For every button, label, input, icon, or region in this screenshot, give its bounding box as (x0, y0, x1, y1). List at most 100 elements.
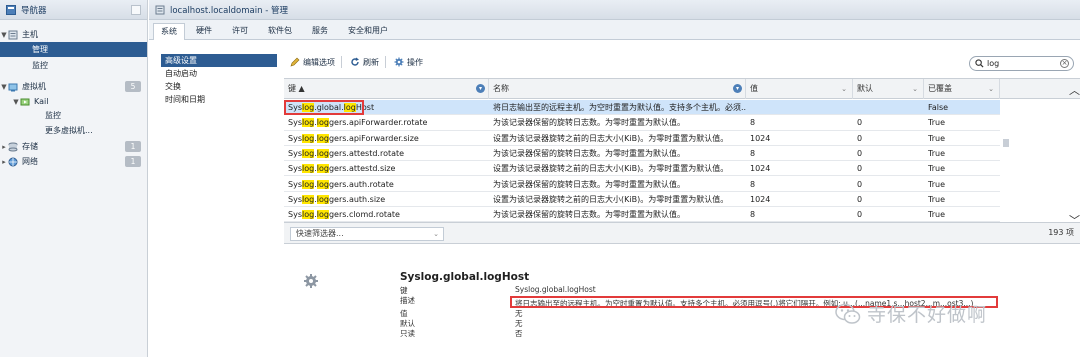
tab-security-users[interactable]: 安全和用户 (341, 23, 395, 40)
column-key[interactable]: 键 ▲ ▾ (284, 79, 489, 99)
menu-swap[interactable]: 交换 (161, 80, 277, 93)
expand-icon[interactable]: ▼ (0, 83, 8, 91)
quick-filter-label: 快速筛选器... (296, 229, 344, 238)
nav-vms[interactable]: ▼ 虚拟机 5 (0, 79, 147, 94)
cell-key: Syslog.loggers.auth.rotate (284, 177, 489, 192)
key-text: gers.clomd.rotate (328, 210, 400, 220)
cell-name: 设置为该记录器旋转之前的日志大小(KiB)。为零时重置为默认值。 (493, 133, 729, 143)
item-count: 193 项 (1048, 228, 1074, 237)
gear-icon (304, 274, 318, 288)
cell-name: 为该记录器保留的旋转日志数。为零时重置为默认值。 (493, 210, 685, 220)
column-value[interactable]: 值 ⌄ (746, 79, 853, 99)
table-row[interactable]: Syslog.loggers.auth.size 设置为该记录器旋转之前的日志大小… (284, 192, 1000, 208)
chevron-down-icon[interactable]: ⌄ (912, 79, 918, 99)
nav-host[interactable]: ▼ 主机 (0, 27, 147, 42)
nav-vm-kail[interactable]: ▼ Kail (0, 94, 147, 109)
nav-manage[interactable]: 管理 (0, 42, 147, 57)
tab-license[interactable]: 许可 (225, 23, 255, 40)
table-row[interactable]: Syslog.loggers.apiForwarder.size 设置为该记录器旋… (284, 131, 1000, 146)
key-text: Sys (288, 118, 302, 128)
network-icon (8, 157, 18, 166)
cell-overridden: True (928, 164, 945, 174)
key-text: Sys (288, 194, 302, 204)
chevron-down-icon[interactable]: ⌄ (988, 79, 994, 99)
column-name-label: 名称 (493, 84, 509, 93)
scroll-up-icon[interactable]: ︿ (1069, 82, 1080, 98)
cell-key: Syslog.loggers.attestd.rotate (284, 146, 489, 161)
tab-services[interactable]: 服务 (305, 23, 335, 40)
cell-value: 8 (750, 148, 756, 158)
clear-search-icon[interactable]: × (1060, 59, 1069, 68)
filter-bar: 快速筛选器... ⌄ 193 项 (284, 222, 1080, 244)
key-text: gers.apiForwarder.rotate (328, 118, 428, 128)
cell-default: 0 (857, 118, 863, 128)
cell-default (853, 100, 924, 115)
cell-overridden: True (928, 179, 945, 189)
column-key-label: 键 ▲ (288, 84, 305, 93)
table-row[interactable]: Syslog.loggers.apiForwarder.rotate 为该记录器保… (284, 115, 1000, 131)
quick-filter-select[interactable]: 快速筛选器... ⌄ (290, 227, 444, 241)
table-row[interactable]: Syslog.loggers.clomd.rotate 为该记录器保留的旋转日志数… (284, 207, 1000, 223)
navigator-header: 导航器 (0, 0, 147, 20)
chevron-down-icon[interactable]: ⌄ (433, 228, 439, 240)
nav-monitor[interactable]: 监控 (0, 58, 147, 73)
column-name[interactable]: 名称 ▾ (489, 79, 746, 99)
edit-options-button[interactable]: 编辑选项 (290, 57, 335, 68)
key-text: Sys (288, 164, 302, 174)
expand-icon[interactable]: ▼ (0, 31, 8, 39)
nav-more-vms-label: 更多虚拟机... (45, 126, 93, 135)
nav-vm-monitor[interactable]: 监控 (0, 108, 147, 123)
pencil-icon (290, 57, 300, 67)
grid-scrollbar[interactable] (1002, 99, 1010, 229)
toolbar-divider (341, 56, 342, 68)
table-row[interactable]: Syslog.global.logHost 将日志输出至的远程主机。为空时重置为默… (284, 100, 1000, 116)
tab-hardware[interactable]: 硬件 (189, 23, 219, 40)
cell-name: 设置为该记录器旋转之前的日志大小(KiB)。为零时重置为默认值。 (493, 164, 729, 174)
table-row[interactable]: Syslog.loggers.attestd.rotate 为该记录器保留的旋转日… (284, 146, 1000, 162)
collapse-icon[interactable]: ▸ (0, 143, 8, 151)
cell-key: Syslog.loggers.clomd.rotate (284, 207, 489, 222)
cell-overridden: True (928, 148, 945, 158)
cell-overridden: False (928, 103, 949, 112)
actions-button[interactable]: 操作 (394, 57, 423, 68)
navigator-icon (6, 4, 16, 15)
column-default[interactable]: 默认 ⌄ (853, 79, 924, 99)
collapse-navigator-button[interactable] (131, 5, 141, 15)
chevron-down-icon[interactable]: ⌄ (841, 79, 847, 99)
table-row[interactable]: Syslog.loggers.auth.rotate 为该记录器保留的旋转日志数。… (284, 177, 1000, 192)
tab-system[interactable]: 系统 (153, 23, 185, 40)
nav-storage[interactable]: ▸ 存储 1 (0, 139, 147, 154)
expand-icon[interactable]: ▼ (12, 98, 20, 106)
nav-network-label: 网络 (22, 157, 38, 166)
main-header: localhost.localdomain - 管理 (149, 0, 1080, 20)
nav-monitor-label: 监控 (32, 61, 48, 70)
nav-more-vms[interactable]: 更多虚拟机... (0, 123, 147, 138)
search-box[interactable]: log × (969, 56, 1074, 71)
column-overridden[interactable]: 已覆盖 ⌄ (924, 79, 1000, 99)
table-row[interactable]: Syslog.loggers.attestd.size 设置为该记录器旋转之前的日… (284, 161, 1000, 177)
refresh-label: 刷新 (363, 57, 379, 67)
cell-name: 设置为该记录器旋转之前的日志大小(KiB)。为零时重置为默认值。 (493, 194, 729, 204)
column-menu-icon[interactable]: ▾ (476, 84, 485, 93)
scrollbar-thumb[interactable] (1003, 139, 1009, 147)
menu-advanced-settings[interactable]: 高级设置 (161, 54, 277, 67)
column-menu-icon[interactable]: ▾ (733, 84, 742, 93)
nav-network[interactable]: ▸ 网络 1 (0, 154, 147, 169)
settings-menu: 高级设置 自动启动 交换 时间和日期 (161, 54, 277, 106)
collapse-icon[interactable]: ▸ (0, 158, 8, 166)
detail-readonly-label: 只读 (400, 329, 415, 338)
key-text: Sys (288, 179, 302, 189)
menu-time-date[interactable]: 时间和日期 (161, 93, 277, 106)
nav-vm-monitor-label: 监控 (45, 111, 61, 120)
watermark-text: 寺保不好做啊 (867, 304, 988, 326)
search-input[interactable]: log (987, 59, 999, 68)
tab-packages[interactable]: 软件包 (261, 23, 299, 40)
search-match-highlight: log (301, 194, 315, 204)
menu-autostart[interactable]: 自动启动 (161, 67, 277, 80)
refresh-button[interactable]: 刷新 (350, 57, 379, 68)
nav-vm-kail-label: Kail (34, 97, 49, 106)
cell-overridden: True (928, 118, 945, 128)
cell-value: 8 (750, 118, 756, 128)
host-icon (8, 30, 18, 39)
cell-value: 8 (750, 210, 756, 220)
